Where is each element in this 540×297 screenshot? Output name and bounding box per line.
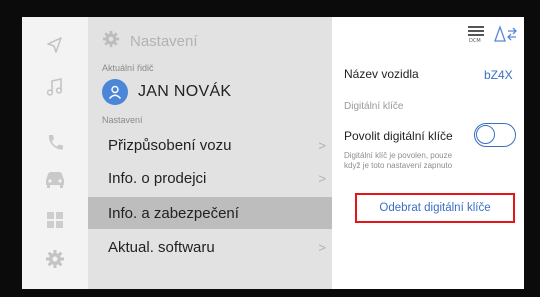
settings-gear-icon[interactable]: [22, 239, 88, 279]
current-driver-label: Aktuální řidič: [102, 63, 154, 73]
menu-item-label: Info. o prodejci: [108, 169, 207, 187]
apps-grid-icon[interactable]: [22, 200, 88, 240]
menu-item-software-update[interactable]: Aktual. softwaru >: [88, 231, 332, 263]
menu-item-label: Info. a zabezpečení: [108, 204, 239, 222]
enable-digital-keys-toggle[interactable]: [474, 123, 516, 147]
menu-header: Nastavení: [102, 29, 198, 53]
status-icons: DCM: [466, 25, 518, 48]
icon-rail: [22, 17, 88, 289]
page-title: Nastavení: [130, 32, 198, 50]
remove-digital-keys-button[interactable]: Odebrat digitální klíče: [355, 193, 515, 223]
user-avatar-icon: [102, 79, 128, 105]
section-label: Nastavení: [102, 115, 143, 125]
music-note-icon[interactable]: [22, 67, 88, 107]
svg-text:DCM: DCM: [469, 38, 481, 43]
vehicle-name-label: Název vozidla: [344, 67, 419, 81]
toggle-knob: [476, 125, 495, 144]
digital-keys-section-label: Digitální klíče: [344, 101, 404, 112]
dcm-connectivity-icon: DCM: [466, 25, 486, 48]
car-icon[interactable]: [22, 159, 88, 199]
menu-item-label: Aktual. softwaru: [108, 238, 215, 256]
display-bezel: Nastavení Aktuální řidič JAN NOVÁK Nasta…: [0, 0, 540, 297]
infotainment-screen: Nastavení Aktuální řidič JAN NOVÁK Nasta…: [22, 17, 524, 289]
settings-menu: Nastavení Aktuální řidič JAN NOVÁK Nasta…: [88, 17, 332, 289]
vehicle-name-value[interactable]: bZ4X: [484, 68, 513, 82]
chevron-right-icon: >: [318, 170, 326, 186]
current-driver[interactable]: JAN NOVÁK: [102, 79, 231, 105]
detail-pane: DCM Název vozidla bZ4X Digitální klíče P…: [332, 17, 524, 289]
phone-icon[interactable]: [22, 123, 88, 163]
menu-item-info-security[interactable]: Info. a zabezpečení: [88, 197, 332, 229]
menu-item-vehicle-customization[interactable]: Přizpůsobení vozu >: [88, 129, 332, 161]
settings-gear-icon: [102, 30, 120, 53]
menu-item-label: Přizpůsobení vozu: [108, 136, 232, 154]
chevron-right-icon: >: [318, 239, 326, 255]
menu-item-dealer-info[interactable]: Info. o prodejci >: [88, 162, 332, 194]
enable-digital-keys-label: Povolit digitální klíče: [344, 129, 453, 143]
chevron-right-icon: >: [318, 137, 326, 153]
navigation-sync-icon: [494, 25, 518, 48]
digital-key-note: Digitální klíč je povolen, pouze když je…: [344, 151, 453, 170]
driver-name: JAN NOVÁK: [138, 83, 232, 100]
remove-digital-keys-label: Odebrat digitální klíče: [379, 202, 491, 214]
navigation-arrow-icon[interactable]: [22, 25, 88, 65]
